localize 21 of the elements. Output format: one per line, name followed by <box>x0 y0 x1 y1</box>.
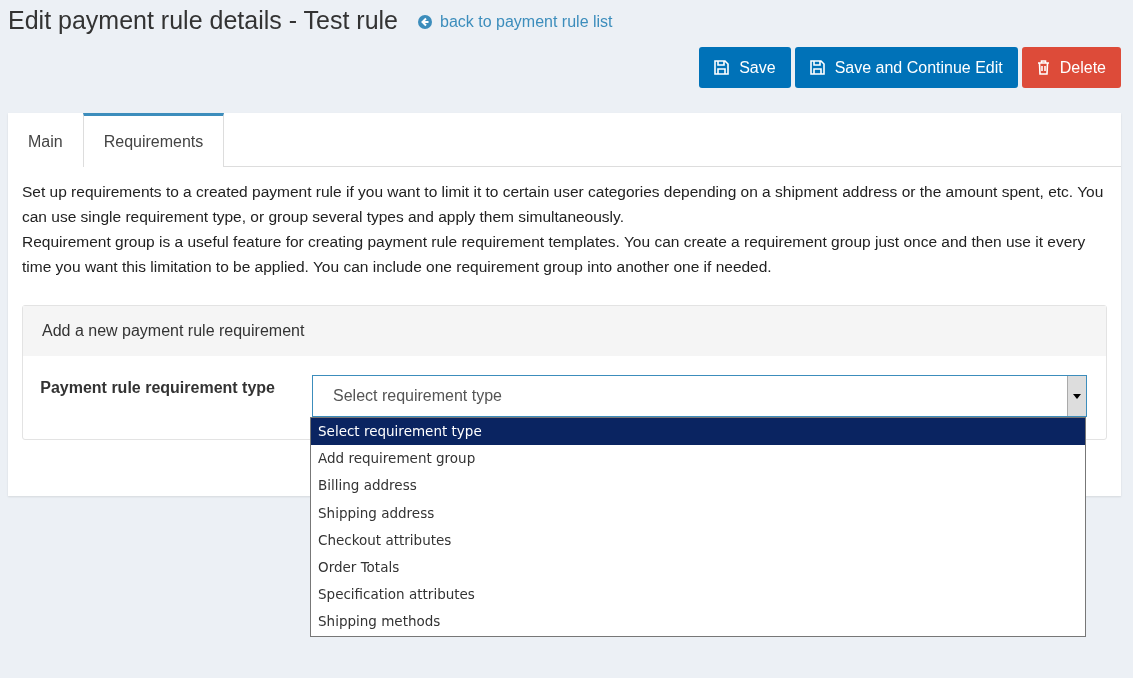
field-label: Payment rule requirement type <box>39 378 275 398</box>
dropdown-option[interactable]: Billing address <box>311 472 1085 500</box>
dropdown-option[interactable]: Select requirement type <box>311 418 1085 446</box>
dropdown-option[interactable]: Checkout attributes <box>311 526 1085 554</box>
arrow-left-icon <box>418 15 432 29</box>
delete-button[interactable]: Delete <box>1021 47 1121 88</box>
dropdown-option[interactable]: Order Totals <box>311 553 1085 582</box>
tab[interactable]: Requirements <box>82 113 225 167</box>
requirement-type-select[interactable]: Select requirement type <box>312 375 1087 417</box>
save-button[interactable]: Save <box>699 47 791 88</box>
dropdown-option[interactable]: Shipping methods <box>311 608 1085 636</box>
page-title: Edit payment rule details - Test rule <box>8 6 398 35</box>
dropdown-option[interactable]: Specification attributes <box>311 581 1085 609</box>
dropdown-option[interactable]: Add requirement group <box>311 445 1085 473</box>
card-header: Add a new payment rule requirement <box>23 306 1106 356</box>
dropdown-option[interactable]: Shipping address <box>311 499 1085 527</box>
save-button[interactable]: Save and Continue Edit <box>794 47 1018 88</box>
description-text: Requirement group is a useful feature for creating payment rule requirement templates. You can create a requirement group just once and then use it every time you want this limitation to be applied. You can include one requirement group into another one if needed. <box>22 232 1087 277</box>
description-text: Set up requirements to a created payment rule if you want to limit it to certain user categories depending on a shipment address or the amount spent, etc. You can use single requirement type, or group several types and apply them simultaneously. <box>22 182 1105 227</box>
tab[interactable]: Main <box>8 113 83 167</box>
trash-icon <box>1036 60 1050 75</box>
